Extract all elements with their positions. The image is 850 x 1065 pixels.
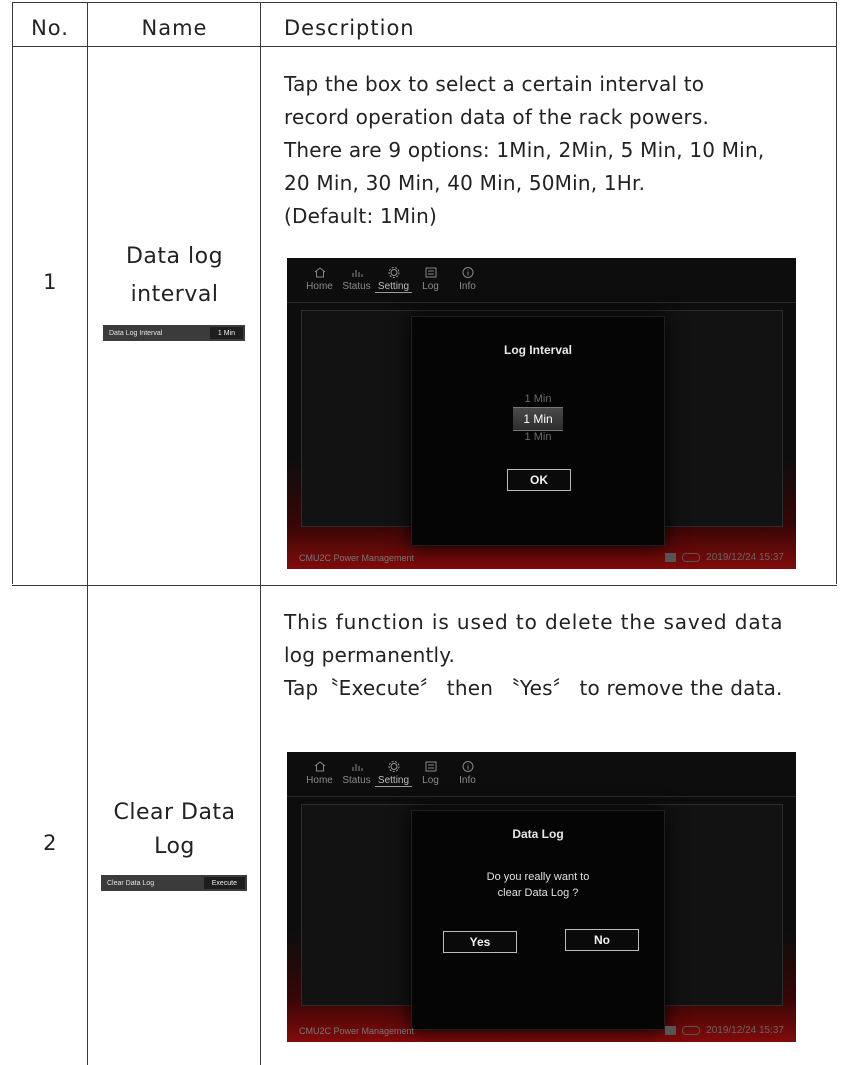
picker-option-above[interactable]: 1 Min [412, 393, 664, 405]
nav-info[interactable]: Info [449, 760, 486, 787]
sd-card-icon [665, 553, 677, 562]
no-button[interactable]: No [565, 929, 639, 951]
device-nav-bar: Home Status Setting Log Info [301, 760, 486, 787]
header-description: Description [284, 16, 415, 40]
nav-separator [287, 302, 796, 303]
nav-log-label: Log [422, 281, 439, 292]
thumb-value: Execute [203, 877, 245, 889]
row1-name-line2: interval [130, 282, 219, 307]
gear-icon [388, 761, 399, 772]
log-interval-dialog: Log Interval 1 Min 1 Min 1 Min OK [411, 316, 665, 546]
picker-option-below[interactable]: 1 Min [412, 431, 664, 443]
row1-bottom-border [12, 585, 837, 586]
nav-home[interactable]: Home [301, 266, 338, 293]
device-footer-status: 2019/12/24 15:37 [665, 552, 784, 563]
row2-description: This function is used to delete the save… [284, 606, 829, 705]
row1-desc-line: 20 Min, 30 Min, 40 Min, 50Min, 1Hr. [284, 171, 646, 195]
device-clock: 2019/12/24 15:37 [706, 1025, 784, 1036]
gear-icon [388, 267, 399, 278]
header-no: No. [31, 16, 69, 40]
nav-info-label: Info [459, 281, 476, 292]
home-icon [314, 267, 325, 278]
nav-info[interactable]: Info [449, 266, 486, 293]
nav-setting[interactable]: Setting [375, 266, 412, 293]
row1-number: 1 [43, 270, 57, 294]
home-icon [314, 761, 325, 772]
yes-button[interactable]: Yes [443, 931, 517, 953]
nav-setting-label: Setting [377, 281, 410, 292]
row1-desc-line: record operation data of the rack powers… [284, 105, 710, 129]
header-name: Name [141, 16, 208, 40]
nav-status[interactable]: Status [338, 266, 375, 293]
nav-status-label: Status [342, 775, 371, 786]
ok-button[interactable]: OK [507, 469, 571, 491]
row2-name-line2: Log [154, 834, 195, 859]
picker-selected-option[interactable]: 1 Min [513, 407, 563, 431]
row2-name-line1: Clear Data [113, 800, 236, 825]
device-nav-bar: Home Status Setting Log Info [301, 266, 486, 293]
col1-divider [87, 2, 88, 1065]
dialog-title: Data Log [512, 827, 564, 841]
thumb-value: 1 Min [209, 327, 243, 339]
nav-log[interactable]: Log [412, 266, 449, 293]
row1-desc-line: (Default: 1Min) [284, 204, 437, 228]
table-top-border [12, 2, 837, 3]
row1-desc-line: There are 9 options: 1Min, 2Min, 5 Min, … [284, 138, 765, 162]
row1-description: Tap the box to select a certain interval… [284, 68, 829, 233]
header-bottom-border [12, 46, 837, 47]
nav-home-label: Home [306, 775, 333, 786]
clear-data-log-thumbnail: Clear Data Log Execute [101, 875, 247, 891]
info-icon [462, 761, 473, 772]
info-icon [462, 267, 473, 278]
row2-number: 2 [43, 831, 57, 855]
nav-log[interactable]: Log [412, 760, 449, 787]
device-screenshot-log-interval: Home Status Setting Log Info Log Interva… [287, 258, 796, 569]
thumb-label: Data Log Interval [109, 329, 163, 337]
nav-log-label: Log [422, 775, 439, 786]
connection-icon [682, 1026, 701, 1035]
nav-separator [287, 796, 796, 797]
bar-chart-icon [352, 270, 362, 277]
col2-divider [260, 2, 261, 1065]
dialog-title: Log Interval [503, 343, 572, 357]
sd-card-icon [665, 1026, 677, 1035]
row2-desc-line: log permanently. [284, 643, 456, 667]
nav-info-label: Info [459, 775, 476, 786]
nav-home[interactable]: Home [301, 760, 338, 787]
data-log-interval-thumbnail: Data Log Interval 1 Min [103, 325, 245, 341]
nav-status-label: Status [342, 281, 371, 292]
table-right-border [836, 2, 837, 584]
bar-chart-icon [352, 764, 362, 771]
row2-desc-line: Tap〝Execute〞 then 〝Yes〞 to remove the da… [284, 676, 783, 700]
nav-status[interactable]: Status [338, 760, 375, 787]
row1-name-line1: Data log [125, 244, 224, 269]
nav-setting-label: Setting [377, 775, 410, 786]
connection-icon [682, 553, 701, 562]
nav-setting[interactable]: Setting [375, 760, 412, 787]
log-icon [425, 761, 436, 772]
log-icon [425, 267, 436, 278]
thumb-label: Clear Data Log [107, 879, 155, 887]
row1-desc-line: Tap the box to select a certain interval… [284, 72, 705, 96]
device-footer-title: CMU2C Power Management [299, 1026, 415, 1036]
dialog-message-line2: clear Data Log ? [497, 887, 579, 899]
device-screenshot-clear-data-log: Home Status Setting Log Info Data Log Do… [287, 752, 796, 1042]
clear-data-log-dialog: Data Log Do you really want to clear Dat… [411, 810, 665, 1030]
device-footer-title: CMU2C Power Management [299, 553, 415, 563]
device-clock: 2019/12/24 15:37 [706, 552, 784, 563]
row2-desc-line: This function is used to delete the save… [284, 610, 784, 634]
device-footer-status: 2019/12/24 15:37 [665, 1025, 784, 1036]
nav-home-label: Home [306, 281, 333, 292]
dialog-message-line1: Do you really want to [486, 871, 590, 883]
